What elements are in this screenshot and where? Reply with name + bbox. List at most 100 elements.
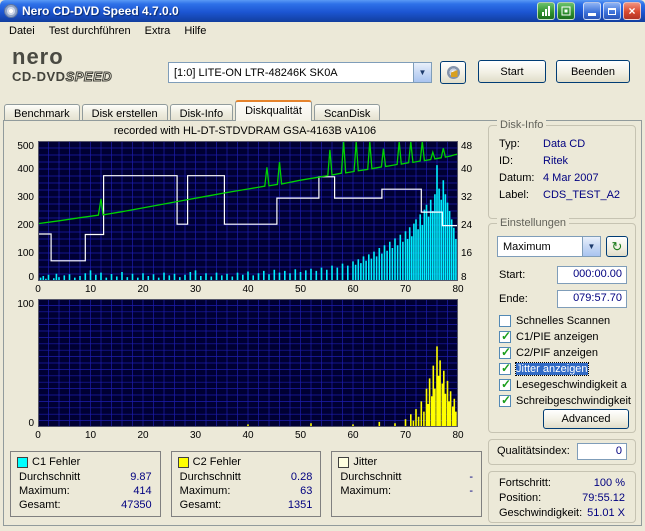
axis-tick-label: 400 xyxy=(17,164,34,175)
exit-button[interactable]: Beenden xyxy=(556,60,630,83)
c2-color-swatch xyxy=(177,456,189,468)
checkbox-write-speed[interactable]: ✓ Schreibgeschwindigkeit xyxy=(499,393,631,408)
titlebar-tool-button-1[interactable] xyxy=(537,2,555,20)
jitter-color-swatch xyxy=(338,456,350,468)
c1-box-title: C1 Fehler xyxy=(32,456,81,468)
quality-index-group: Qualitätsindex: 0 xyxy=(488,439,636,465)
window-icon xyxy=(561,6,571,16)
checkbox-box[interactable]: ✓ xyxy=(499,377,511,391)
quality-chart-bottom: 100 0 0 10 20 30 40 50 60 70 80 xyxy=(10,297,482,445)
checkbox-box[interactable]: ✓ xyxy=(499,345,511,359)
drive-selector-value: [1:0] LITE-ON LTR-48246K SK0A xyxy=(174,66,338,79)
axis-tick-label: 50 xyxy=(294,430,307,441)
progress-label: Fortschritt: xyxy=(499,477,551,489)
logo-line-1: nero xyxy=(12,44,64,69)
minimize-icon xyxy=(588,13,596,16)
axis-tick-label: 100 xyxy=(17,248,34,259)
title-bar: Nero CD-DVD Speed 4.7.0.0 × xyxy=(0,0,645,22)
window-title: Nero CD-DVD Speed 4.7.0.0 xyxy=(22,4,179,18)
chart-canvas xyxy=(38,141,458,281)
titlebar-tool-button-2[interactable] xyxy=(557,2,575,20)
axis-tick-label: 0 xyxy=(35,284,41,295)
tab-diskqualitaet[interactable]: Diskqualität xyxy=(235,100,312,121)
checkbox-fast-scan[interactable]: ✓ Schnelles Scannen xyxy=(499,314,610,328)
axis-tick-label: 500 xyxy=(17,141,34,152)
start-button[interactable]: Start xyxy=(478,60,546,83)
axis-tick-label: 10 xyxy=(84,430,97,441)
axis-tick-label: 30 xyxy=(189,284,202,295)
checkbox-read-speed[interactable]: ✓ Lesegeschwindigkeit a xyxy=(499,377,627,392)
axis-tick-label: 50 xyxy=(294,284,307,295)
axis-tick-label: 24 xyxy=(461,220,473,231)
position-label: Position: xyxy=(499,492,542,504)
close-icon: × xyxy=(628,4,636,18)
recorded-with-label: recorded with HL-DT-STDVDRAM GSA-4163B v… xyxy=(113,125,377,137)
c1-errors-box: C1 Fehler Durchschnitt 9.87 Maximum: 414 G… xyxy=(10,451,161,517)
nero-logo: nero CD-DVDSPEED xyxy=(12,44,113,84)
speed-label: Geschwindigkeit: xyxy=(499,507,583,519)
chevron-down-icon[interactable]: ▼ xyxy=(582,237,600,256)
minimize-button[interactable] xyxy=(583,2,601,20)
axis-tick-label: 0 xyxy=(28,272,34,283)
tab-page-diskqualitaet: recorded with HL-DT-STDVDRAM GSA-4163B v… xyxy=(3,119,642,526)
refresh-button[interactable]: ↻ xyxy=(606,236,628,257)
quality-index-value: 0 xyxy=(577,443,627,460)
checkbox-box[interactable]: ✓ xyxy=(499,361,511,375)
c2-errors-box: C2 Fehler Durchschnitt 0.28 Maximum: 63 Ge… xyxy=(170,451,322,517)
checkbox-box[interactable]: ✓ xyxy=(499,315,511,327)
position-value: 79:55.12 xyxy=(582,492,625,504)
checkbox-c1-pie[interactable]: ✓ C1/PIE anzeigen xyxy=(499,329,599,344)
menu-item-test-durchfuehren[interactable]: Test durchführen xyxy=(42,24,138,38)
axis-tick-label: 48 xyxy=(461,141,473,152)
axis-tick-label: 100 xyxy=(17,299,34,310)
progress-group: Fortschritt: 100 % Position: 79:55.12 Gesc… xyxy=(488,471,636,523)
right-panel: Disk-Info Typ: Data CD ID: Ritek Datum: 4 M… xyxy=(486,119,638,525)
advanced-button[interactable]: Advanced xyxy=(543,409,629,429)
bars-icon xyxy=(542,6,550,16)
axis-tick-label: 70 xyxy=(399,430,412,441)
end-position-field[interactable]: 079:57.70 xyxy=(557,290,627,308)
progress-value: 100 % xyxy=(593,477,625,489)
axis-tick-label: 80 xyxy=(452,430,464,441)
axis-tick-label: 32 xyxy=(461,192,473,203)
refresh-icon: ↻ xyxy=(611,238,623,254)
checkbox-c2-pif[interactable]: ✓ C2/PIF anzeigen xyxy=(499,345,598,360)
menu-item-hilfe[interactable]: Hilfe xyxy=(177,24,213,38)
quality-chart-top: 500 400 300 200 100 0 48 40 32 24 16 8 0 10 20 30 40 50 60… xyxy=(10,139,482,299)
speed-value: 51.01 X xyxy=(587,507,625,519)
drive-selector[interactable]: [1:0] LITE-ON LTR-48246K SK0A ▼ xyxy=(168,62,432,83)
statistics-row: C1 Fehler Durchschnitt 9.87 Maximum: 414 G… xyxy=(10,451,483,521)
toolbar: nero CD-DVDSPEED [1:0] LITE-ON LTR-48246… xyxy=(0,40,645,100)
maximize-icon xyxy=(608,7,616,15)
tab-strip: Benchmark Disk erstellen Disk-Info Diskq… xyxy=(4,100,382,122)
disk-info-title: Disk-Info xyxy=(497,119,547,131)
axis-tick-label: 0 xyxy=(35,430,41,441)
app-icon xyxy=(4,4,18,18)
menu-item-datei[interactable]: Datei xyxy=(2,24,42,38)
settings-group: Einstellungen Maximum ▼ ↻ Start: 000:00.… xyxy=(488,217,636,433)
disk-info-group: Disk-Info Typ: Data CD ID: Ritek Datum: 4 M… xyxy=(488,119,636,219)
start-label: Start: xyxy=(499,269,526,281)
menu-item-extra[interactable]: Extra xyxy=(138,24,178,38)
eject-button[interactable] xyxy=(440,61,466,84)
logo-line-2: CD-DVDSPEED xyxy=(12,69,113,84)
chevron-down-icon[interactable]: ▼ xyxy=(413,63,431,82)
axis-tick-label: 40 xyxy=(242,284,254,295)
axis-tick-label: 60 xyxy=(347,284,359,295)
c1-color-swatch xyxy=(17,456,28,468)
jitter-box: Jitter Durchschnitt - Maximum: - xyxy=(331,451,483,517)
checkbox-box[interactable]: ✓ xyxy=(499,329,511,343)
start-position-field[interactable]: 000:00.00 xyxy=(557,266,627,284)
c2-box-title: C2 Fehler xyxy=(192,456,241,468)
checkbox-jitter[interactable]: ✓ Jitter anzeigen xyxy=(499,361,589,376)
speed-select-value: Maximum xyxy=(503,240,551,253)
axis-tick-label: 60 xyxy=(347,430,359,441)
axis-tick-label: 200 xyxy=(17,220,34,231)
speed-select[interactable]: Maximum ▼ xyxy=(497,236,601,257)
checkbox-box[interactable]: ✓ xyxy=(499,393,511,407)
close-button[interactable]: × xyxy=(623,2,641,20)
maximize-button[interactable] xyxy=(603,2,621,20)
chart-canvas xyxy=(38,299,458,427)
axis-tick-label: 40 xyxy=(242,430,254,441)
axis-tick-label: 80 xyxy=(452,284,464,295)
